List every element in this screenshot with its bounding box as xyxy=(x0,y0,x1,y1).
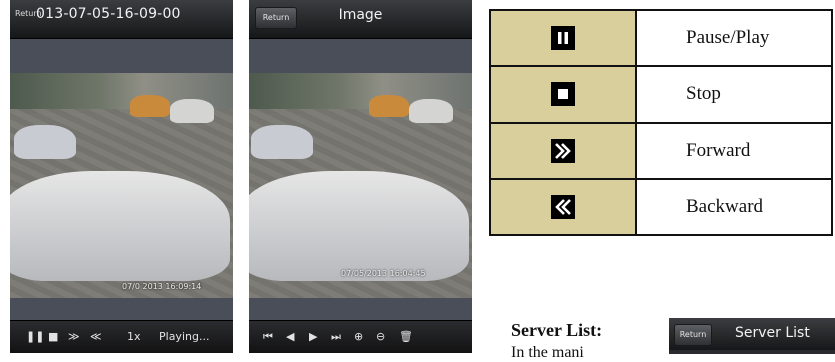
control-legend-table: Pause/Play Stop Forward Backward xyxy=(489,8,833,237)
video-car xyxy=(10,171,230,281)
video-car xyxy=(130,95,170,117)
legend-icon-cell xyxy=(489,65,637,124)
image-controls: ⏮ ◀ ▶ ⏭ ⊕ ⊖ 🗑 xyxy=(249,320,472,353)
video-car xyxy=(249,171,469,281)
legend-label: Forward xyxy=(635,121,833,180)
video-car xyxy=(170,99,214,123)
forward-icon[interactable]: ≫ xyxy=(68,330,80,344)
image-top-bar: Return Image xyxy=(249,0,472,39)
video-car xyxy=(14,125,76,159)
screen-title: Server List xyxy=(735,325,810,341)
legend-icon-cell xyxy=(489,177,637,237)
playback-screen: Return 013-07-05-16-09-00 07/0 2013 16:0… xyxy=(10,0,233,353)
trash-icon[interactable]: 🗑 xyxy=(399,330,413,344)
pause-icon[interactable]: ❚❚ xyxy=(26,330,44,344)
backward-icon xyxy=(551,194,575,219)
image-screen: Return Image 07/05/2013 16:04:45 ⏮ ◀ ▶ ⏭… xyxy=(249,0,472,353)
section-body-text: In the mani xyxy=(511,344,584,361)
pause-icon xyxy=(551,26,575,51)
legend-row: Stop xyxy=(489,65,833,124)
video-frame: 07/0 2013 16:09:14 xyxy=(10,73,233,298)
legend-label: Backward xyxy=(635,177,833,237)
legend-label: Pause/Play xyxy=(635,8,833,68)
screen-title: Image xyxy=(338,7,383,23)
stop-icon xyxy=(551,82,575,107)
legend-row: Pause/Play xyxy=(489,8,833,68)
video-car xyxy=(251,125,313,159)
forward-icon xyxy=(551,138,575,163)
video-timestamp: 07/05/2013 16:04:45 xyxy=(341,269,426,278)
playback-controls: ❚❚ ■ ≫ ≪ 1x Playing... xyxy=(10,320,233,353)
legend-icon-cell xyxy=(489,8,637,68)
playback-status: Playing... xyxy=(159,330,210,343)
legend-label: Stop xyxy=(635,65,833,124)
image-frame: 07/05/2013 16:04:45 xyxy=(249,73,472,298)
last-image-icon[interactable]: ⏭ xyxy=(331,330,341,344)
video-timestamp: 07/0 2013 16:09:14 xyxy=(122,282,202,291)
legend-icon-cell xyxy=(489,121,637,180)
server-list-top-bar: Return Server List xyxy=(669,318,835,350)
speed-indicator: 1x xyxy=(127,330,141,343)
section-heading: Server List: xyxy=(511,320,603,340)
video-car xyxy=(369,95,409,117)
zoom-out-icon[interactable]: ⊖ xyxy=(376,330,385,344)
previous-image-icon[interactable]: ◀ xyxy=(286,330,294,344)
server-list-screen: Return Server List xyxy=(669,318,835,354)
first-image-icon[interactable]: ⏮ xyxy=(263,330,273,344)
recording-title: 013-07-05-16-09-00 xyxy=(36,6,181,22)
next-image-icon[interactable]: ▶ xyxy=(309,330,317,344)
legend-row: Forward xyxy=(489,121,833,180)
legend-row: Backward xyxy=(489,177,833,237)
return-button[interactable]: Return xyxy=(674,324,712,346)
playback-top-bar: Return 013-07-05-16-09-00 xyxy=(10,0,233,39)
backward-icon[interactable]: ≪ xyxy=(90,330,102,344)
video-car xyxy=(409,99,453,123)
zoom-in-icon[interactable]: ⊕ xyxy=(354,330,363,344)
stop-icon[interactable]: ■ xyxy=(48,330,58,344)
